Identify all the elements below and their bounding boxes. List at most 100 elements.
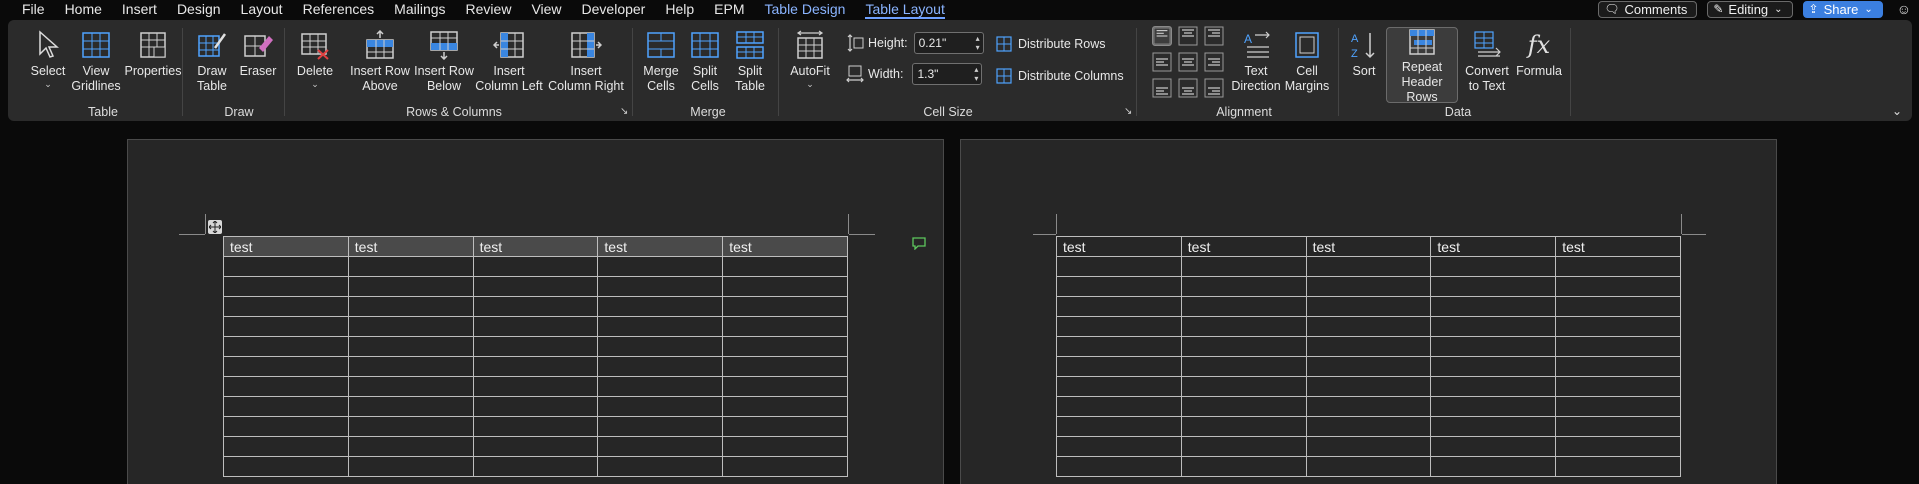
table-cell[interactable] [223, 276, 349, 297]
tab-help[interactable]: Help [665, 1, 694, 17]
table-cell[interactable] [722, 416, 848, 437]
table-cell[interactable] [1180, 376, 1307, 397]
table-cell[interactable] [597, 296, 724, 317]
table-cell[interactable] [597, 436, 724, 457]
table-cell[interactable] [223, 456, 349, 477]
table-cell[interactable] [347, 376, 474, 397]
table-header-cell[interactable]: test [1305, 236, 1432, 257]
tab-table-layout[interactable]: Table Layout [865, 1, 946, 19]
table-cell[interactable] [347, 276, 474, 297]
table-cell[interactable] [223, 296, 349, 317]
table-cell[interactable] [472, 336, 599, 357]
table-header-cell[interactable]: test [1056, 236, 1182, 257]
tab-review[interactable]: Review [466, 1, 512, 17]
table-cell[interactable] [1430, 276, 1557, 297]
collapse-ribbon-icon[interactable]: ⌄ [1892, 104, 1902, 118]
table-cell[interactable] [472, 416, 599, 437]
table-cell[interactable] [597, 416, 724, 437]
editing-mode-button[interactable]: ✎ Editing ⌄ [1707, 0, 1793, 18]
table-cell[interactable] [472, 316, 599, 337]
table-header-cell[interactable]: test [472, 236, 599, 257]
table-cell[interactable] [597, 356, 724, 377]
draw-table-button[interactable]: Draw Table [188, 24, 236, 94]
tab-developer[interactable]: Developer [582, 1, 646, 17]
table-cell[interactable] [1305, 396, 1432, 417]
table-cell[interactable] [1056, 276, 1182, 297]
document-table-1[interactable]: test test test test test [223, 236, 848, 477]
table-cell[interactable] [1555, 436, 1681, 457]
table-cell[interactable] [347, 456, 474, 477]
table-cell[interactable] [1555, 356, 1681, 377]
table-cell[interactable] [722, 436, 848, 457]
table-header-cell[interactable]: test [597, 236, 724, 257]
table-cell[interactable] [597, 456, 724, 477]
sort-button[interactable]: AZ Sort [1344, 24, 1384, 79]
table-cell[interactable] [1305, 356, 1432, 377]
table-cell[interactable] [722, 276, 848, 297]
table-cell[interactable] [722, 376, 848, 397]
align-top-center-icon[interactable] [1178, 26, 1198, 46]
table-cell[interactable] [1555, 456, 1681, 477]
table-cell[interactable] [597, 396, 724, 417]
table-cell[interactable] [1056, 456, 1182, 477]
table-cell[interactable] [347, 356, 474, 377]
tab-mailings[interactable]: Mailings [394, 1, 445, 17]
formula-button[interactable]: fx Formula [1514, 24, 1564, 79]
tab-view[interactable]: View [531, 1, 561, 17]
table-cell[interactable] [472, 296, 599, 317]
table-cell[interactable] [472, 276, 599, 297]
table-cell[interactable] [1555, 296, 1681, 317]
insert-column-right-button[interactable]: Insert Column Right [546, 24, 626, 94]
eraser-button[interactable]: Eraser [236, 24, 280, 79]
table-cell[interactable] [347, 416, 474, 437]
table-cell[interactable] [1305, 436, 1432, 457]
cell-margins-button[interactable]: Cell Margins [1282, 24, 1332, 94]
table-cell[interactable] [1305, 296, 1432, 317]
tab-references[interactable]: References [303, 1, 375, 17]
table-move-handle-icon[interactable] [208, 220, 222, 234]
table-cell[interactable] [722, 356, 848, 377]
table-cell[interactable] [1305, 456, 1432, 477]
tab-epm[interactable]: EPM [714, 1, 744, 17]
table-cell[interactable] [223, 436, 349, 457]
table-cell[interactable] [223, 336, 349, 357]
table-cell[interactable] [472, 436, 599, 457]
properties-button[interactable]: Properties [120, 24, 186, 79]
table-cell[interactable] [1430, 456, 1557, 477]
tab-layout[interactable]: Layout [241, 1, 283, 17]
table-cell[interactable] [1180, 456, 1307, 477]
table-cell[interactable] [1430, 356, 1557, 377]
table-cell[interactable] [1430, 436, 1557, 457]
table-cell[interactable] [1056, 336, 1182, 357]
document-page-1[interactable]: test test test test test [127, 139, 944, 484]
table-cell[interactable] [1180, 316, 1307, 337]
spinner-arrows-icon[interactable]: ▴ ▾ [974, 65, 978, 83]
insert-column-left-button[interactable]: Insert Column Left [474, 24, 544, 94]
table-cell[interactable] [1430, 396, 1557, 417]
table-header-cell[interactable]: test [1180, 236, 1307, 257]
table-header-cell[interactable]: test [223, 236, 349, 257]
tab-table-design[interactable]: Table Design [765, 1, 846, 17]
table-cell[interactable] [1056, 396, 1182, 417]
align-bottom-center-icon[interactable] [1178, 78, 1198, 98]
share-button[interactable]: ⇪ Share ⌄ [1802, 0, 1883, 18]
table-header-cell[interactable]: test [1555, 236, 1681, 257]
table-cell[interactable] [1180, 416, 1307, 437]
table-cell[interactable] [1555, 276, 1681, 297]
delete-button[interactable]: Delete ⌄ [290, 24, 340, 89]
table-cell[interactable] [722, 296, 848, 317]
table-cell[interactable] [722, 456, 848, 477]
table-cell[interactable] [1056, 356, 1182, 377]
table-cell[interactable] [722, 256, 848, 277]
table-cell[interactable] [597, 376, 724, 397]
table-cell[interactable] [1430, 316, 1557, 337]
table-cell[interactable] [1180, 396, 1307, 417]
table-cell[interactable] [597, 256, 724, 277]
table-cell[interactable] [223, 316, 349, 337]
table-cell[interactable] [223, 376, 349, 397]
table-cell[interactable] [1056, 376, 1182, 397]
table-cell[interactable] [347, 296, 474, 317]
repeat-header-rows-button[interactable]: Repeat Header Rows [1386, 27, 1458, 104]
table-cell[interactable] [722, 336, 848, 357]
table-cell[interactable] [1056, 296, 1182, 317]
